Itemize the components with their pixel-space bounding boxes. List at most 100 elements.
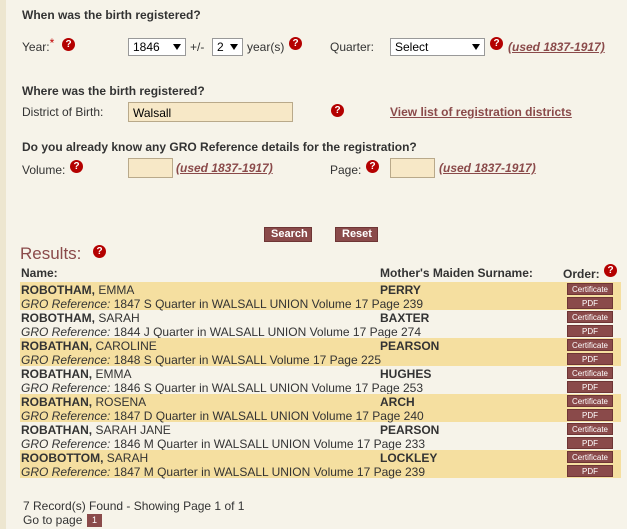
maiden-surname: PEARSON (380, 339, 440, 353)
pdf-button[interactable]: PDF (567, 409, 613, 421)
forenames: ROSENA (95, 395, 147, 409)
range-select[interactable]: 2 (212, 38, 243, 56)
surname: ROBOTHAM, (21, 283, 95, 297)
gro-reference-value: 1844 J Quarter in WALSALL UNION Volume 1… (113, 325, 421, 339)
pdf-button[interactable]: PDF (567, 353, 613, 365)
quarter-used-link[interactable]: (used 1837-1917) (508, 40, 605, 54)
page-used-link[interactable]: (used 1837-1917) (439, 161, 536, 175)
table-row: ROBOTHAM, EMMA GRO Reference: 1847 S Quar… (20, 282, 621, 311)
year-select[interactable]: 1846 (128, 38, 186, 56)
pdf-button[interactable]: PDF (567, 297, 613, 309)
gro-reference-value: 1847 M Quarter in WALSALL UNION Volume 1… (113, 465, 425, 479)
certificate-button[interactable]: Certificate (567, 339, 613, 351)
chevron-down-icon (230, 44, 238, 50)
required-mark: * (49, 36, 55, 50)
gro-reference: GRO Reference: 1848 S Quarter in WALSALL… (21, 353, 381, 367)
plusminus-label: +/- (190, 40, 205, 54)
certificate-button[interactable]: Certificate (567, 423, 613, 435)
surname: ROOBOTTOM, (21, 451, 104, 465)
results-help-icon[interactable]: ? (93, 245, 106, 258)
forenames: SARAH (106, 451, 149, 465)
quarter-help-icon[interactable]: ? (490, 37, 503, 50)
page-help-icon[interactable]: ? (366, 160, 379, 173)
maiden-surname: PEARSON (380, 423, 440, 437)
person-name: ROOBOTTOM, SARAH (21, 451, 148, 465)
volume-help-icon[interactable]: ? (70, 160, 83, 173)
certificate-button[interactable]: Certificate (567, 451, 613, 463)
years-label: year(s) (247, 40, 285, 54)
surname: ROBATHAN, (21, 423, 93, 437)
district-help-icon[interactable]: ? (331, 104, 344, 117)
table-row: ROBATHAN, SARAH JANE GRO Reference: 1846 … (20, 422, 621, 451)
maiden-surname: ARCH (380, 395, 415, 409)
maiden-surname: BAXTER (380, 311, 430, 325)
gro-reference: GRO Reference: 1846 M Quarter in WALSALL… (21, 437, 425, 451)
volume-input[interactable] (128, 158, 173, 178)
view-districts-link[interactable]: View list of registration districts (390, 105, 572, 119)
maiden-surname: PERRY (380, 283, 421, 297)
volume-label: Volume: (22, 163, 66, 177)
page-button[interactable]: 1 (87, 514, 102, 527)
year-label: Year:* (22, 36, 54, 54)
goto-page-label: Go to page (23, 513, 83, 527)
person-name: ROBATHAN, ROSENA (21, 395, 146, 409)
gro-reference-value: 1847 D Quarter in WALSALL UNION Volume 1… (113, 409, 424, 423)
certificate-button[interactable]: Certificate (567, 311, 613, 323)
person-name: ROBOTHAM, EMMA (21, 283, 134, 297)
pdf-button[interactable]: PDF (567, 381, 613, 393)
gro-reference: GRO Reference: 1844 J Quarter in WALSALL… (21, 325, 421, 339)
reset-button[interactable]: Reset (335, 227, 378, 242)
pdf-button[interactable]: PDF (567, 437, 613, 449)
gro-prefix: GRO Reference: (21, 381, 111, 395)
surname: ROBOTHAM, (21, 311, 95, 325)
surname: ROBATHAN, (21, 395, 93, 409)
search-button[interactable]: Search (264, 227, 312, 242)
surname: ROBATHAN, (21, 339, 93, 353)
range-select-value: 2 (217, 40, 224, 54)
gro-reference: GRO Reference: 1846 S Quarter in WALSALL… (21, 381, 423, 395)
gro-prefix: GRO Reference: (21, 409, 111, 423)
col-name-header: Name: (21, 266, 58, 280)
gro-reference: GRO Reference: 1847 M Quarter in WALSALL… (21, 465, 425, 479)
person-name: ROBATHAN, CAROLINE (21, 339, 157, 353)
gro-prefix: GRO Reference: (21, 297, 111, 311)
page-input[interactable] (390, 158, 435, 178)
forenames: SARAH (98, 311, 140, 325)
table-row: ROBATHAN, CAROLINE GRO Reference: 1848 S … (20, 338, 621, 367)
year-help-icon[interactable]: ? (62, 38, 75, 51)
forenames: SARAH JANE (95, 423, 171, 437)
forenames: EMMA (95, 367, 132, 381)
gro-prefix: GRO Reference: (21, 437, 111, 451)
forenames: CAROLINE (95, 339, 157, 353)
surname: ROBATHAN, (21, 367, 93, 381)
district-input[interactable]: Walsall (128, 102, 293, 122)
person-name: ROBOTHAM, SARAH (21, 311, 140, 325)
table-row: ROBOTHAM, SARAH GRO Reference: 1844 J Qua… (20, 310, 621, 339)
quarter-select[interactable]: Select (390, 38, 485, 56)
chevron-down-icon (472, 44, 480, 50)
order-help-icon[interactable]: ? (604, 264, 617, 277)
table-row: ROBATHAN, EMMA GRO Reference: 1846 S Quar… (20, 366, 621, 395)
pdf-button[interactable]: PDF (567, 325, 613, 337)
gro-reference: GRO Reference: 1847 S Quarter in WALSALL… (21, 297, 423, 311)
left-border (0, 0, 6, 529)
pdf-button[interactable]: PDF (567, 465, 613, 477)
gro-prefix: GRO Reference: (21, 353, 111, 367)
gro-prefix: GRO Reference: (21, 465, 111, 479)
when-heading: When was the birth registered? (22, 8, 201, 22)
gro-prefix: GRO Reference: (21, 325, 111, 339)
col-maiden-header: Mother's Maiden Surname: (380, 266, 533, 280)
certificate-button[interactable]: Certificate (567, 283, 613, 295)
range-help-icon[interactable]: ? (289, 37, 302, 50)
maiden-surname: HUGHES (380, 367, 432, 381)
col-order-header: Order: (563, 267, 600, 281)
certificate-button[interactable]: Certificate (567, 367, 613, 379)
maiden-surname: LOCKLEY (380, 451, 438, 465)
table-row: ROOBOTTOM, SARAH GRO Reference: 1847 M Qu… (20, 450, 621, 479)
quarter-select-value: Select (395, 40, 429, 54)
gro-reference: GRO Reference: 1847 D Quarter in WALSALL… (21, 409, 424, 423)
certificate-button[interactable]: Certificate (567, 395, 613, 407)
gro-reference-value: 1847 S Quarter in WALSALL UNION Volume 1… (113, 297, 423, 311)
year-label-text: Year: (22, 40, 50, 54)
volume-used-link[interactable]: (used 1837-1917) (176, 161, 273, 175)
